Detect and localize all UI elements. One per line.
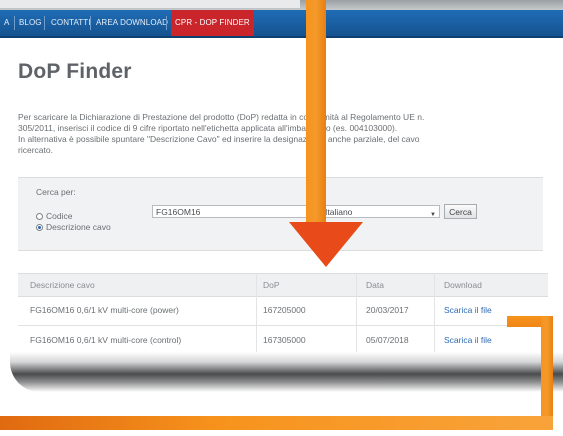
cell-descrizione: FG16OM16 0,6/1 kV multi-core (power) [30,305,179,315]
nav-item-area-download[interactable]: AREA DOWNLOAD [96,10,168,36]
table-divider [356,273,357,355]
page-drop-shadow [10,352,563,392]
nav-item-partial[interactable]: A [4,10,9,36]
column-header-data: Data [366,280,384,290]
orange-bracket-right [541,316,553,428]
top-navigation-bar: A BLOG CONTATTI AREA DOWNLOAD CPR - DOP … [0,10,563,38]
dropdown-arrow-icon: ▼ [430,212,436,218]
intro-text: Per scaricare la Dichiarazione di Presta… [18,112,543,156]
table-divider [256,273,257,355]
nav-separator [90,16,91,30]
download-link[interactable]: Scarica il file [444,305,492,315]
column-header-download: Download [444,280,482,290]
radio-codice[interactable]: Codice [36,211,72,221]
cell-data: 20/03/2017 [366,305,409,315]
radio-descrizione-label: Descrizione cavo [46,222,111,232]
column-header-descrizione: Descrizione cavo [30,280,95,290]
screenshot-stage: A BLOG CONTATTI AREA DOWNLOAD CPR - DOP … [0,0,563,436]
cell-data: 05/07/2018 [366,335,409,345]
cell-dop: 167205000 [263,305,306,315]
radio-button-icon[interactable] [36,223,43,231]
nav-item-blog[interactable]: BLOG [19,10,42,36]
download-link[interactable]: Scarica il file [444,335,492,345]
cell-dop: 167305000 [263,335,306,345]
nav-separator [14,16,15,30]
language-select-value: Italiano [325,207,353,217]
search-input[interactable]: FG16OM16 [152,205,312,218]
radio-codice-label: Codice [46,211,73,221]
cell-descrizione: FG16OM16 0,6/1 kV multi-core (control) [30,335,182,345]
table-divider [434,273,435,355]
orange-pointer-line [306,0,326,226]
down-arrow-pointer-icon [289,222,363,267]
nav-separator [44,16,45,30]
header-top-band [0,0,300,8]
intro-line: 305/2011, inserisci il codice di 9 cifre… [18,123,398,133]
page-title: DoP Finder [18,60,132,83]
column-header-dop: DoP [263,280,280,290]
intro-line: ricercato. [18,145,53,155]
table-row-divider [18,325,548,326]
radio-button-icon[interactable] [36,212,43,220]
nav-item-cpr-dop-finder[interactable]: CPR - DOP FINDER [171,10,254,36]
nav-separator [166,16,167,30]
language-select[interactable]: Italiano ▼ [318,205,440,218]
orange-bracket-bottom [0,416,553,430]
search-button[interactable]: Cerca [444,204,477,219]
radio-descrizione-cavo[interactable]: Descrizione cavo [36,222,111,232]
intro-line: Per scaricare la Dichiarazione di Presta… [18,112,425,122]
nav-item-contatti[interactable]: CONTATTI [51,10,91,36]
intro-line: In alternativa è possibile spuntare "Des… [18,134,420,144]
search-by-label: Cerca per: [36,187,76,197]
